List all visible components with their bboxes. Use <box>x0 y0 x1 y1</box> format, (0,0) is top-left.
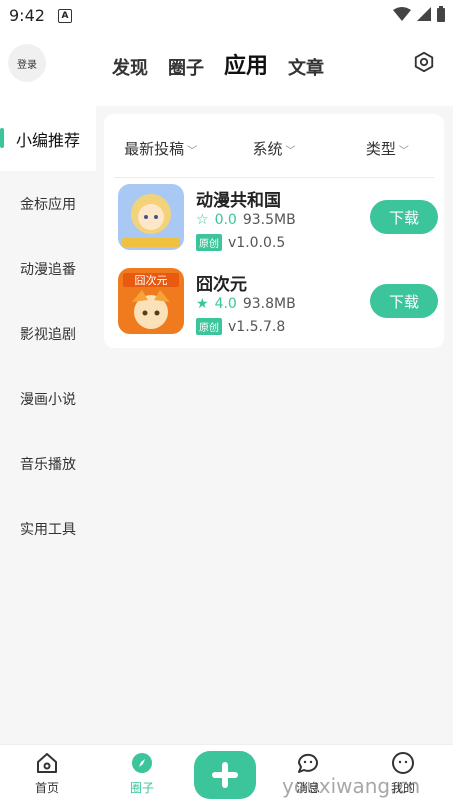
divider <box>114 177 434 178</box>
login-button[interactable]: 登录 <box>8 44 46 82</box>
filter-system[interactable]: 系统 ﹀ <box>217 138 330 159</box>
top-header: 登录 发现 圈子 应用 文章 <box>0 38 453 94</box>
wifi-icon <box>393 7 411 21</box>
watermark: youxiwang.cn <box>282 774 421 798</box>
app-meta: ★ 4.0 93.8MB <box>196 296 296 312</box>
app-icon[interactable]: 囧次元 <box>118 268 184 334</box>
nav-label: 圈子 <box>129 781 154 795</box>
download-button[interactable]: 下载 <box>370 200 438 234</box>
sidebar-item-label: 漫画小说 <box>20 391 76 408</box>
filter-label: 最新投稿 <box>124 140 185 158</box>
home-icon <box>37 753 57 773</box>
status-time: 9:42 <box>9 6 45 25</box>
app-rating: 0.0 <box>214 212 237 228</box>
download-button[interactable]: 下载 <box>370 284 438 318</box>
sidebar-item-music[interactable]: 音乐播放 <box>0 431 96 496</box>
tab-discover[interactable]: 发现 <box>112 54 148 80</box>
top-tabs: 发现 圈子 应用 文章 <box>112 48 324 80</box>
filter-label: 系统 <box>252 140 283 158</box>
filter-latest[interactable]: 最新投稿 ﹀ <box>104 138 217 159</box>
star-outline-icon: ☆ <box>196 212 209 228</box>
app-version-row: 原创 v1.5.7.8 <box>196 318 285 335</box>
tab-apps[interactable]: 应用 <box>224 48 268 80</box>
login-label: 登录 <box>17 59 37 71</box>
filter-label: 类型 <box>365 140 396 158</box>
app-icon[interactable] <box>118 184 184 250</box>
app-size: 93.5MB <box>242 212 296 228</box>
chat-icon <box>297 753 318 773</box>
main-content: 最新投稿 ﹀ 系统 ﹀ 类型 ﹀ 动漫共和国 ☆ 0.0 93.5MB 原创 v… <box>96 106 453 744</box>
notification-icon: A <box>58 9 72 23</box>
chevron-down-icon: ﹀ <box>187 146 198 157</box>
filter-type[interactable]: 类型 ﹀ <box>331 138 444 159</box>
app-rating: 4.0 <box>214 296 237 312</box>
chevron-down-icon: ﹀ <box>285 146 296 157</box>
nav-circle[interactable]: 圈子 <box>112 751 172 796</box>
sidebar-item-label: 小编推荐 <box>15 130 80 150</box>
app-list-card: 最新投稿 ﹀ 系统 ﹀ 类型 ﹀ 动漫共和国 ☆ 0.0 93.5MB 原创 v… <box>104 114 444 348</box>
status-bar: 9:42 A <box>0 0 453 32</box>
original-badge: 原创 <box>196 234 222 251</box>
add-post-button[interactable] <box>194 751 256 799</box>
sidebar-item-editor-picks[interactable]: 小编推荐 <box>0 106 96 171</box>
sidebar-item-label: 金标应用 <box>20 196 76 213</box>
tab-articles[interactable]: 文章 <box>288 54 324 80</box>
app-meta: ☆ 0.0 93.5MB <box>196 212 296 228</box>
sidebar-item-label: 影视追剧 <box>20 326 76 343</box>
app-size: 93.8MB <box>242 296 296 312</box>
sidebar-item-label: 音乐播放 <box>20 456 76 473</box>
battery-icon <box>437 6 445 22</box>
app-version: v1.0.0.5 <box>228 234 286 251</box>
sidebar-item-tools[interactable]: 实用工具 <box>0 496 96 561</box>
nav-label: 首页 <box>34 781 59 795</box>
settings-icon[interactable] <box>413 51 435 73</box>
sidebar-item-label: 实用工具 <box>20 521 76 538</box>
sidebar-item-tv[interactable]: 影视追剧 <box>0 301 96 366</box>
compass-icon <box>132 753 152 773</box>
sidebar-item-comics[interactable]: 漫画小说 <box>0 366 96 431</box>
original-badge: 原创 <box>196 318 222 335</box>
app-row[interactable]: 动漫共和国 ☆ 0.0 93.5MB 原创 v1.0.0.5 下载 <box>118 184 438 252</box>
status-icons <box>393 6 445 22</box>
sidebar-item-gold-apps[interactable]: 金标应用 <box>0 171 96 236</box>
app-row[interactable]: 囧次元 囧次元 ★ 4.0 93.8MB 原创 v1.5.7.8 下载 <box>118 268 438 336</box>
filter-bar: 最新投稿 ﹀ 系统 ﹀ 类型 ﹀ <box>104 138 444 159</box>
signal-icon <box>417 7 431 21</box>
star-filled-icon: ★ <box>196 296 209 312</box>
app-name: 囧次元 <box>196 275 247 295</box>
app-version: v1.5.7.8 <box>228 318 286 335</box>
app-version-row: 原创 v1.0.0.5 <box>196 234 285 251</box>
app-name: 动漫共和国 <box>196 191 281 211</box>
plus-icon <box>212 762 238 788</box>
category-sidebar: 小编推荐 金标应用 动漫追番 影视追剧 漫画小说 音乐播放 实用工具 <box>0 106 96 744</box>
app-icon-text: 囧次元 <box>135 273 168 287</box>
tab-circle[interactable]: 圈子 <box>168 54 204 80</box>
nav-home[interactable]: 首页 <box>17 751 77 796</box>
face-icon <box>392 752 414 774</box>
sidebar-item-anime[interactable]: 动漫追番 <box>0 236 96 301</box>
chevron-down-icon: ﹀ <box>398 146 409 157</box>
sidebar-item-label: 动漫追番 <box>20 261 76 278</box>
